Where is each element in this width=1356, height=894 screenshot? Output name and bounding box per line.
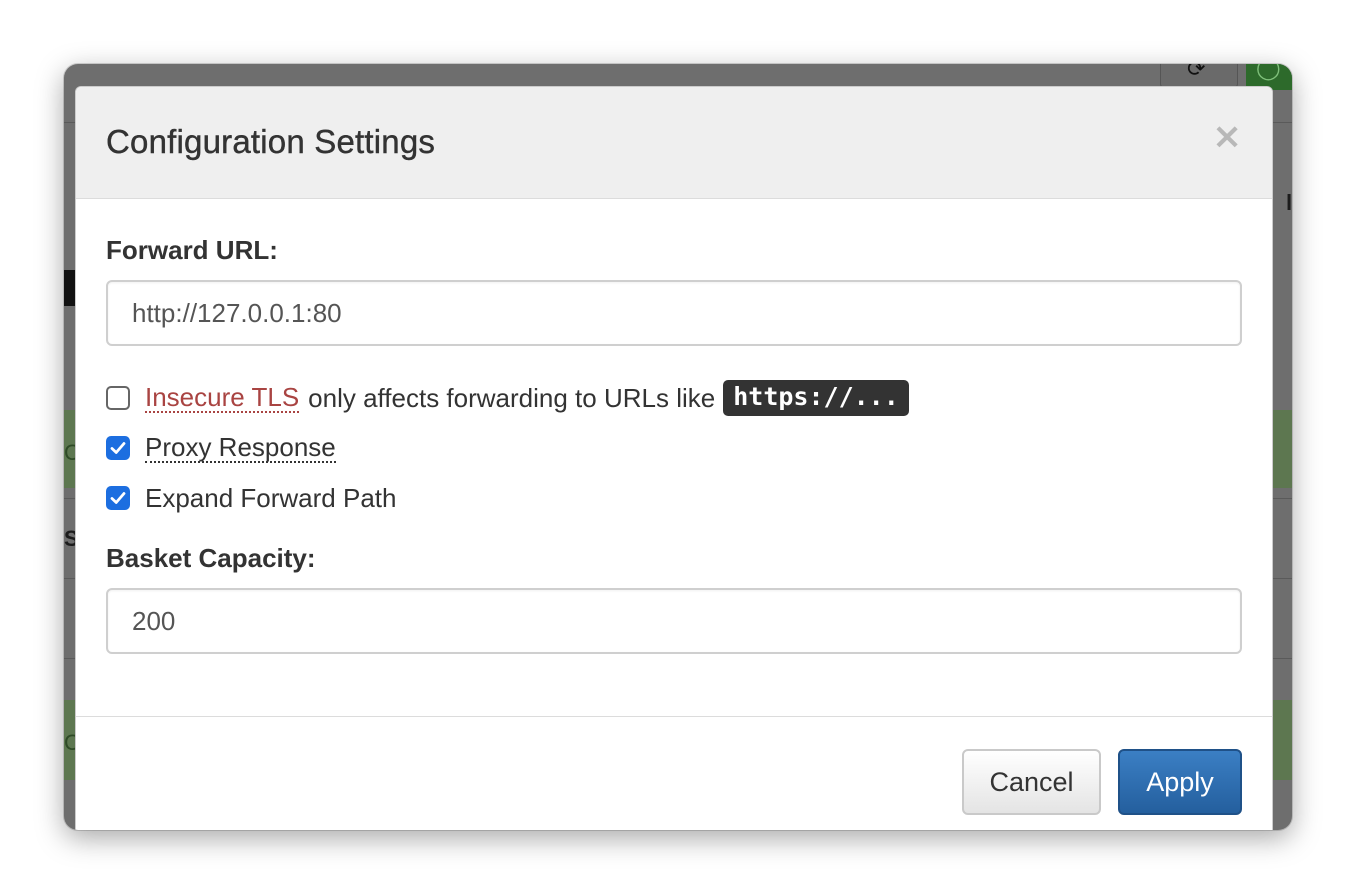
checkmark-icon [110,442,126,454]
forward-url-input[interactable] [106,280,1242,346]
insecure-tls-label: Insecure TLS [145,382,300,413]
dialog-footer: Cancel Apply [76,716,1272,830]
insecure-tls-option: Insecure TLS only affects forwarding to … [106,380,909,416]
configuration-dialog: Configuration Settings × Forward URL: In… [75,86,1273,830]
cancel-button[interactable]: Cancel [962,749,1101,815]
insecure-tls-checkbox[interactable] [106,386,130,410]
forward-url-label: Forward URL: [106,235,278,265]
refresh-icon: ⟳ [1187,64,1206,82]
background-refresh-button: ⟳ [1160,64,1238,88]
expand-forward-path-label: Expand Forward Path [145,482,397,513]
app-window: ⟳ ◯ C S C l Configuration Settings × For… [64,64,1292,830]
dialog-header: Configuration Settings × [76,87,1272,199]
expand-forward-path-checkbox[interactable] [106,486,130,510]
dialog-title: Configuration Settings [106,123,436,160]
insecure-tls-note: only affects forwarding to URLs like [308,382,716,413]
apply-button[interactable]: Apply [1118,749,1242,815]
expand-forward-path-option: Expand Forward Path [106,480,396,516]
proxy-response-checkbox[interactable] [106,436,130,460]
url-scheme-code: https://... [723,380,909,416]
checkmark-icon [110,492,126,504]
background-fragment: l [1286,190,1292,215]
circle-icon: ◯ [1256,64,1281,81]
proxy-response-label: Proxy Response [145,432,336,463]
basket-capacity-input[interactable] [106,588,1242,654]
close-icon[interactable]: × [1212,119,1242,155]
basket-capacity-label: Basket Capacity: [106,543,316,573]
proxy-response-option: Proxy Response [106,430,336,466]
